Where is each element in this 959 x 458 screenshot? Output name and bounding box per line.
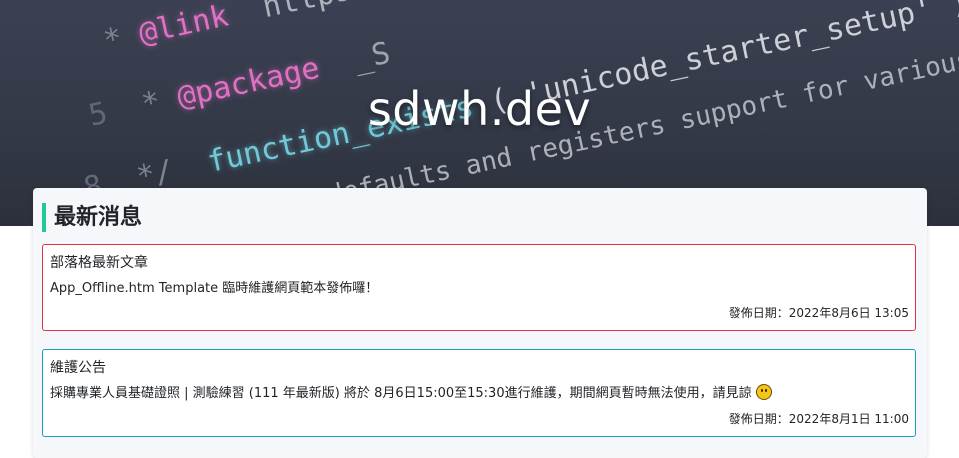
card-heading: 維護公告 bbox=[50, 360, 106, 376]
news-panel: 最新消息 部落格最新文章 App_Offline.htm Template 臨時… bbox=[33, 188, 927, 458]
site-title[interactable]: sdwh.dev bbox=[0, 82, 959, 136]
blog-announcement-card[interactable]: 部落格最新文章 App_Offline.htm Template 臨時維護網頁範… bbox=[42, 244, 916, 331]
grimacing-face-icon bbox=[755, 384, 772, 400]
maintenance-notice-card[interactable]: 維護公告 採購專業人員基礎證照 | 測驗練習 (111 年最新版) 將於 8月6… bbox=[42, 349, 916, 437]
blog-post-link[interactable]: App_Offline.htm Template 臨時維護網頁範本發佈囉！ bbox=[50, 277, 910, 296]
section-title: 最新消息 bbox=[42, 203, 142, 232]
publish-date: 發佈日期：2022年8月6日 13:05 bbox=[728, 306, 909, 320]
maintenance-message: 採購專業人員基礎證照 | 測驗練習 (111 年最新版) 將於 8月6日15:0… bbox=[50, 382, 910, 401]
card-heading: 部落格最新文章 bbox=[50, 255, 148, 271]
publish-date: 發佈日期：2022年8月1日 11:00 bbox=[728, 412, 909, 426]
maintenance-text: 採購專業人員基礎證照 | 測驗練習 (111 年最新版) 將於 8月6日15:0… bbox=[50, 386, 752, 401]
